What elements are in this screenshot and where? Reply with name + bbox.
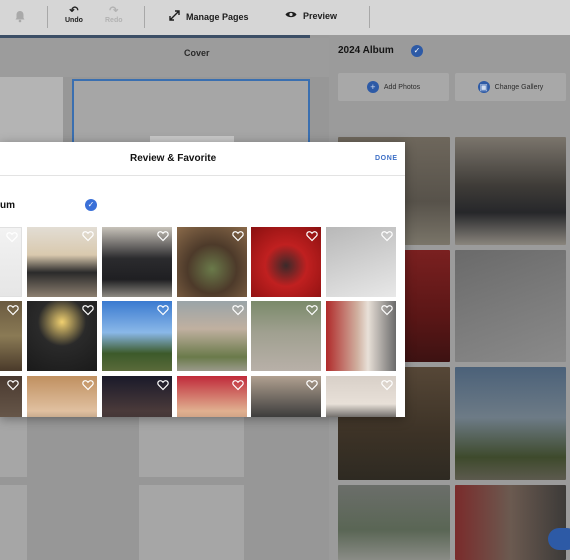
gallery-photo[interactable] [338,485,450,560]
gallery-photo[interactable] [455,367,566,480]
photo-tile[interactable] [102,376,172,417]
redo-label: Redo [105,17,123,24]
photo-tile[interactable] [27,227,97,297]
toolbar-divider [144,6,145,28]
change-gallery-button[interactable]: ▣ Change Gallery [455,73,566,101]
heart-icon[interactable] [381,303,393,316]
undo-label: Undo [65,17,83,24]
heart-icon[interactable] [157,378,169,391]
heart-icon[interactable] [306,303,318,316]
gallery-photo[interactable] [455,137,566,245]
modal-title: Review & Favorite [130,153,217,164]
album-row-label: um [0,200,15,211]
photo-tile[interactable] [251,376,321,417]
heart-icon[interactable] [381,378,393,391]
left-page-preview[interactable] [0,77,63,147]
heart-icon[interactable] [306,229,318,242]
heart-icon[interactable] [381,229,393,242]
toolbar-divider [47,6,48,28]
gallery-photo[interactable] [455,250,566,362]
done-button[interactable]: DONE [375,155,398,162]
preview-button[interactable]: Preview [285,10,337,21]
cover-label: Cover [184,48,210,58]
photo-tile[interactable] [0,227,22,297]
photo-tile[interactable] [0,301,22,371]
change-gallery-label: Change Gallery [494,83,544,91]
photo-tile[interactable] [27,301,97,371]
photo-tile[interactable] [102,227,172,297]
redo-icon: ↷ [109,5,119,17]
heart-icon[interactable] [6,230,18,243]
modal-header: Review & Favorite DONE [0,142,405,176]
heart-icon[interactable] [232,229,244,242]
heart-icon[interactable] [232,378,244,391]
plus-icon: + [366,81,379,93]
manage-pages-label: Manage Pages [186,11,249,22]
gallery-icon: ▣ [477,81,490,93]
photo-tile[interactable] [326,301,396,371]
heart-icon[interactable] [157,303,169,316]
photo-tile[interactable] [177,376,247,417]
photo-tile[interactable] [177,227,247,297]
expand-icon [169,10,180,23]
top-toolbar: ↶ Undo ↷ Redo Manage Pages Preview [0,0,570,35]
photo-tile[interactable] [0,376,22,417]
help-fab[interactable] [548,528,570,550]
photo-tile[interactable] [251,227,321,297]
photo-tile[interactable] [102,301,172,371]
page-thumbnail[interactable] [0,485,27,560]
check-icon[interactable]: ✓ [85,199,97,211]
bell-icon[interactable] [14,10,26,23]
photo-tile[interactable] [177,301,247,371]
preview-label: Preview [303,10,338,21]
add-photos-button[interactable]: + Add Photos [338,73,449,101]
check-icon: ✓ [411,45,423,57]
photo-tile[interactable] [326,227,396,297]
photo-tile[interactable] [251,301,321,371]
eye-icon [285,10,297,21]
heart-icon[interactable] [7,378,19,391]
heart-icon[interactable] [82,303,94,316]
heart-icon[interactable] [7,303,19,316]
page-thumbnail[interactable] [0,417,27,477]
page-thumbnail[interactable] [139,417,244,477]
undo-button[interactable]: ↶ Undo [65,5,83,25]
gallery-photo[interactable] [455,485,566,560]
cover-header [0,38,329,77]
heart-icon[interactable] [157,229,169,242]
toolbar-divider [369,6,370,28]
album-title: 2024 Album [338,45,394,56]
manage-pages-button[interactable]: Manage Pages [169,10,249,23]
photo-tile[interactable] [326,376,396,417]
heart-icon[interactable] [82,229,94,242]
redo-button[interactable]: ↷ Redo [105,5,123,25]
heart-icon[interactable] [306,378,318,391]
page-thumbnail[interactable] [139,485,244,560]
review-favorite-modal: Review & Favorite DONE um ✓ [0,142,405,417]
heart-icon[interactable] [232,303,244,316]
photo-tile[interactable] [27,376,97,417]
add-photos-label: Add Photos [383,83,421,91]
heart-icon[interactable] [82,378,94,391]
undo-icon: ↶ [69,5,79,17]
